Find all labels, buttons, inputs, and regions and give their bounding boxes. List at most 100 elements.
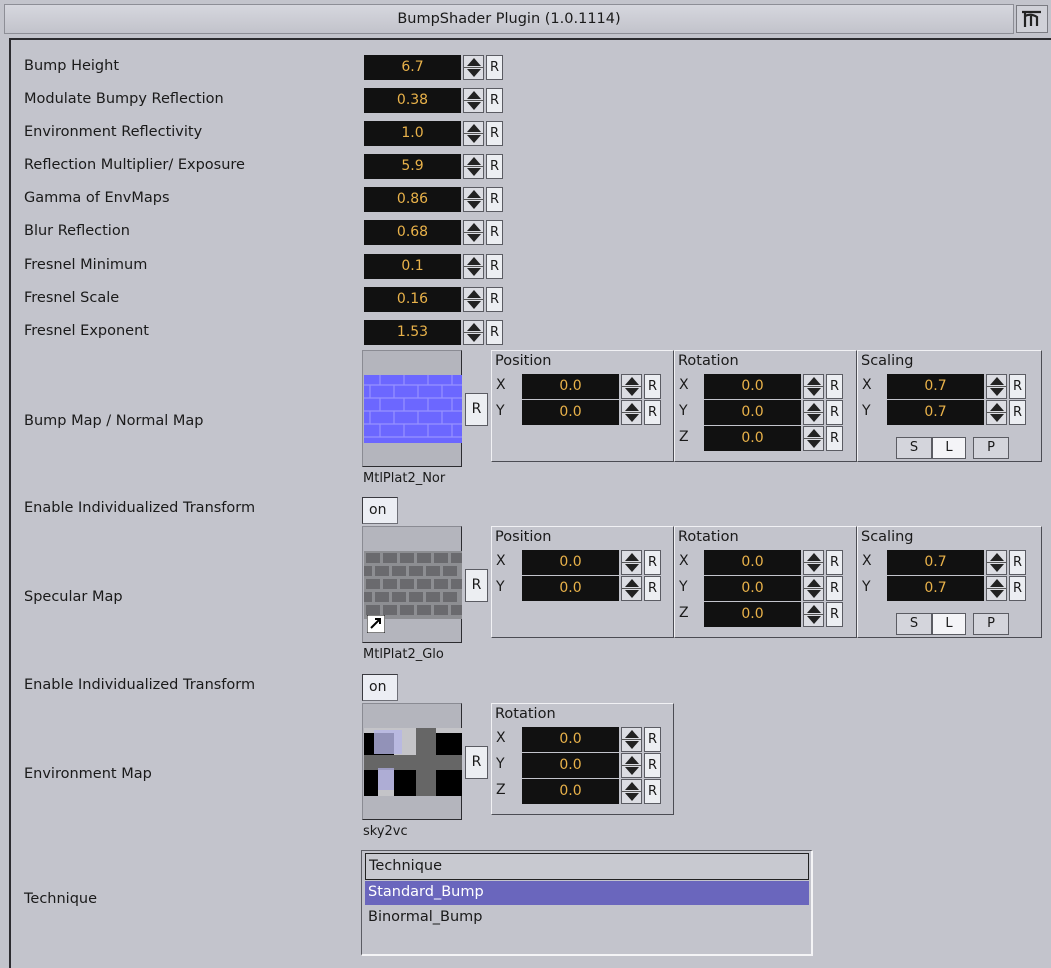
bump_map-position-y-spinner[interactable] — [621, 400, 642, 425]
param-bump-height-field[interactable]: 6.7 — [364, 55, 461, 80]
plugin-logo-icon[interactable] — [1016, 5, 1048, 33]
specular-map-texture-reset-button[interactable]: R — [465, 569, 488, 602]
specular_map-scaling-x-spinner[interactable] — [986, 550, 1007, 575]
specular_map-scaling-y-spinner[interactable] — [986, 576, 1007, 601]
param-blur-reflection-field[interactable]: 0.68 — [364, 220, 461, 245]
param-reflection-multiplier-exposure-field[interactable]: 5.9 — [364, 154, 461, 179]
bump-map-thumbnail[interactable] — [362, 350, 462, 467]
bump_map-position-x-field[interactable]: 0.0 — [522, 374, 619, 399]
param-bump-height-reset-button[interactable]: R — [486, 55, 503, 80]
bump_map-rotation-x-spinner[interactable] — [803, 374, 824, 399]
bump_map-position-x-reset-button[interactable]: R — [644, 374, 661, 399]
param-environment-reflectivity-reset-button[interactable]: R — [486, 121, 503, 146]
specular_map-position-x-reset-button[interactable]: R — [644, 550, 661, 575]
param-fresnel-exponent-field[interactable]: 1.53 — [364, 320, 461, 345]
specular-enable-transform-toggle[interactable]: on — [362, 674, 398, 701]
bump-map-scale-mode-l[interactable]: L — [932, 437, 966, 459]
environment_map-rotation-y-field[interactable]: 0.0 — [522, 753, 619, 778]
param-fresnel-scale-field[interactable]: 0.16 — [364, 287, 461, 312]
specular_map-scaling-x-field[interactable]: 0.7 — [887, 550, 984, 575]
param-modulate-bumpy-reflection-spinner[interactable] — [463, 88, 484, 113]
bump_map-scaling-x-spinner[interactable] — [986, 374, 1007, 399]
bump_map-scaling-x-reset-button[interactable]: R — [1009, 374, 1026, 399]
param-fresnel-scale-reset-button[interactable]: R — [486, 287, 503, 312]
specular_map-position-y-reset-button[interactable]: R — [644, 576, 661, 601]
bump_map-rotation-y-field[interactable]: 0.0 — [704, 400, 801, 425]
bump_map-rotation-z-field[interactable]: 0.0 — [704, 426, 801, 451]
technique-option[interactable]: Binormal_Bump — [365, 906, 809, 930]
bump_map-scaling-y-spinner[interactable] — [986, 400, 1007, 425]
param-gamma-of-envmaps-field[interactable]: 0.86 — [364, 187, 461, 212]
param-bump-height-spinner[interactable] — [463, 55, 484, 80]
environment_map-rotation-y-spinner[interactable] — [621, 753, 642, 778]
param-reflection-multiplier-exposure-reset-button[interactable]: R — [486, 154, 503, 179]
specular_map-rotation-z-field[interactable]: 0.0 — [704, 602, 801, 627]
bump-map-texture-reset-button[interactable]: R — [465, 393, 488, 426]
param-fresnel-exponent-spinner[interactable] — [463, 320, 484, 345]
specular_map-rotation-x-spinner[interactable] — [803, 550, 824, 575]
param-modulate-bumpy-reflection-field[interactable]: 0.38 — [364, 88, 461, 113]
specular_map-rotation-y-spinner[interactable] — [803, 576, 824, 601]
param-fresnel-scale-spinner[interactable] — [463, 287, 484, 312]
bump-map-scale-mode-p[interactable]: P — [973, 437, 1009, 459]
environment_map-rotation-axis-x: X — [496, 730, 506, 746]
bump_map-scaling-y-field[interactable]: 0.7 — [887, 400, 984, 425]
param-fresnel-exponent-label: Fresnel Exponent — [24, 323, 149, 339]
specular_map-rotation-y-field[interactable]: 0.0 — [704, 576, 801, 601]
specular-map-label: Specular Map — [24, 589, 123, 605]
bump_map-scaling-axis-y: Y — [862, 403, 871, 419]
bump_map-scaling-y-reset-button[interactable]: R — [1009, 400, 1026, 425]
specular_map-scaling-y-field[interactable]: 0.7 — [887, 576, 984, 601]
specular_map-rotation-y-reset-button[interactable]: R — [826, 576, 843, 601]
bump-enable-transform-toggle[interactable]: on — [362, 497, 398, 524]
param-environment-reflectivity-field[interactable]: 1.0 — [364, 121, 461, 146]
specular_map-position-y-spinner[interactable] — [621, 576, 642, 601]
specular_map-rotation-x-field[interactable]: 0.0 — [704, 550, 801, 575]
bump_map-rotation-z-spinner[interactable] — [803, 426, 824, 451]
param-gamma-of-envmaps-spinner[interactable] — [463, 187, 484, 212]
param-fresnel-minimum-spinner[interactable] — [463, 254, 484, 279]
specular_map-scaling-x-reset-button[interactable]: R — [1009, 550, 1026, 575]
bump_map-scaling-x-field[interactable]: 0.7 — [887, 374, 984, 399]
param-modulate-bumpy-reflection-reset-button[interactable]: R — [486, 88, 503, 113]
bump_map-position-y-reset-button[interactable]: R — [644, 400, 661, 425]
specular_map-position-x-spinner[interactable] — [621, 550, 642, 575]
param-environment-reflectivity-spinner[interactable] — [463, 121, 484, 146]
specular-map-scale-mode-p[interactable]: P — [973, 613, 1009, 635]
environment_map-rotation-x-spinner[interactable] — [621, 727, 642, 752]
specular-map-scale-mode-l[interactable]: L — [932, 613, 966, 635]
param-fresnel-minimum-reset-button[interactable]: R — [486, 254, 503, 279]
bump-map-scale-mode-s[interactable]: S — [896, 437, 932, 459]
specular-map-scale-mode-s[interactable]: S — [896, 613, 932, 635]
param-blur-reflection-spinner[interactable] — [463, 220, 484, 245]
bump_map-rotation-y-spinner[interactable] — [803, 400, 824, 425]
environment-map-thumbnail[interactable] — [362, 703, 462, 820]
environment_map-rotation-y-reset-button[interactable]: R — [644, 753, 661, 778]
bump_map-rotation-y-reset-button[interactable]: R — [826, 400, 843, 425]
environment_map-rotation-x-field[interactable]: 0.0 — [522, 727, 619, 752]
bump_map-rotation-x-field[interactable]: 0.0 — [704, 374, 801, 399]
specular_map-position-y-field[interactable]: 0.0 — [522, 576, 619, 601]
environment_map-rotation-z-reset-button[interactable]: R — [644, 779, 661, 804]
specular_map-position-x-field[interactable]: 0.0 — [522, 550, 619, 575]
specular_map-scaling-title: Scaling — [861, 529, 914, 545]
environment_map-rotation-z-field[interactable]: 0.0 — [522, 779, 619, 804]
environment-map-texture-reset-button[interactable]: R — [465, 746, 488, 779]
bump_map-position-x-spinner[interactable] — [621, 374, 642, 399]
param-fresnel-exponent-reset-button[interactable]: R — [486, 320, 503, 345]
specular_map-scaling-y-reset-button[interactable]: R — [1009, 576, 1026, 601]
specular_map-rotation-x-reset-button[interactable]: R — [826, 550, 843, 575]
specular_map-rotation-z-reset-button[interactable]: R — [826, 602, 843, 627]
environment_map-rotation-x-reset-button[interactable]: R — [644, 727, 661, 752]
environment_map-rotation-z-spinner[interactable] — [621, 779, 642, 804]
bump_map-rotation-x-reset-button[interactable]: R — [826, 374, 843, 399]
technique-option[interactable]: Standard_Bump — [365, 881, 809, 905]
param-reflection-multiplier-exposure-spinner[interactable] — [463, 154, 484, 179]
param-fresnel-minimum-field[interactable]: 0.1 — [364, 254, 461, 279]
param-gamma-of-envmaps-reset-button[interactable]: R — [486, 187, 503, 212]
param-blur-reflection-reset-button[interactable]: R — [486, 220, 503, 245]
bump_map-position-y-field[interactable]: 0.0 — [522, 400, 619, 425]
bump_map-rotation-z-reset-button[interactable]: R — [826, 426, 843, 451]
specular_map-rotation-z-spinner[interactable] — [803, 602, 824, 627]
specular-map-thumbnail[interactable] — [358, 526, 465, 643]
